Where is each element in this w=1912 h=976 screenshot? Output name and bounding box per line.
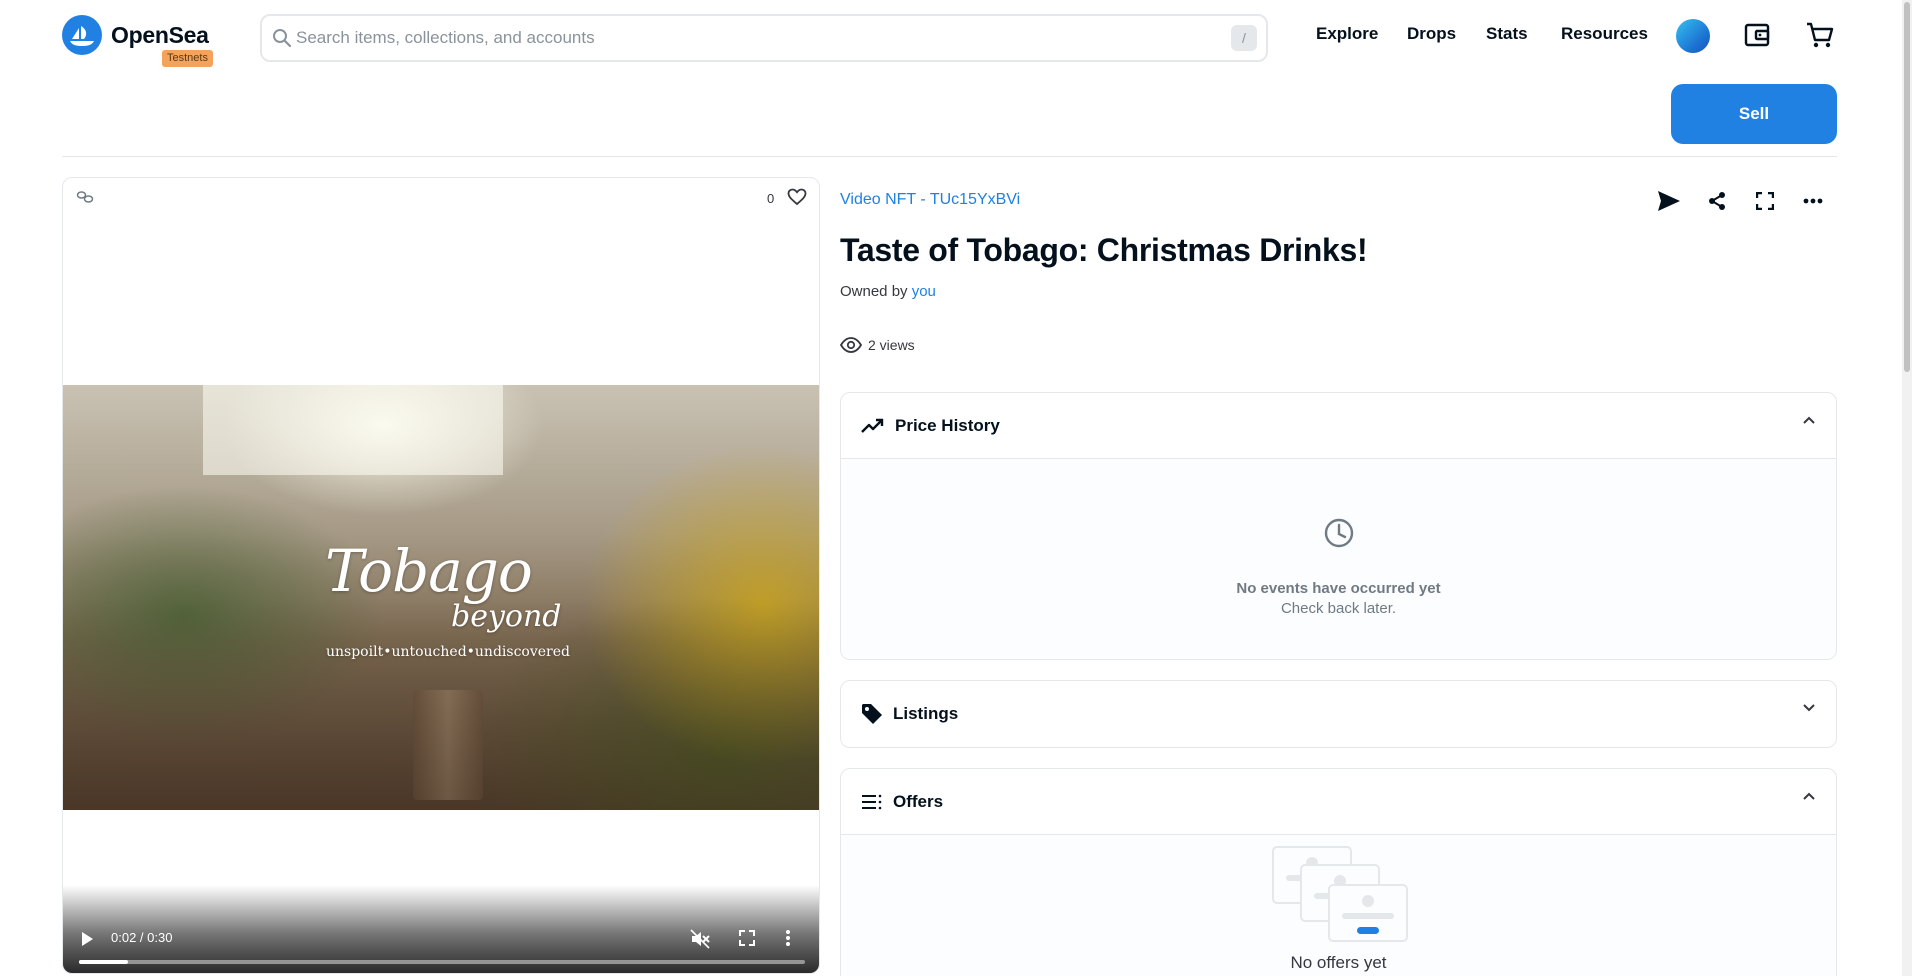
search-icon	[273, 29, 292, 48]
list-icon	[862, 794, 882, 809]
offers-label: Offers	[893, 791, 944, 811]
sell-button[interactable]: Sell	[1671, 84, 1837, 144]
price-history-body: No events have occurred yet Check back l…	[841, 459, 1836, 659]
nav-explore[interactable]: Explore	[1316, 24, 1378, 44]
offers-empty-title: No offers yet	[1290, 953, 1387, 972]
video-tagline: unspoilt•untouched•undiscovered	[326, 644, 570, 660]
video-progress-bar[interactable]	[79, 960, 805, 964]
tag-icon	[862, 704, 882, 724]
price-history-empty-title: No events have occurred yet	[1236, 580, 1441, 597]
video-time: 0:02 / 0:30	[111, 930, 173, 945]
owned-by-prefix: Owned by	[840, 283, 908, 300]
chevron-up-icon[interactable]	[1802, 791, 1816, 801]
price-history-label: Price History	[895, 415, 1000, 435]
video-subtitle-text: beyond	[451, 599, 562, 634]
listings-panel: Listings	[840, 680, 1837, 748]
clock-icon	[1324, 518, 1354, 548]
fullscreen-icon[interactable]	[1752, 188, 1778, 214]
eye-icon	[840, 337, 862, 353]
search-bar[interactable]: /	[260, 14, 1268, 62]
favorite-count: 0	[767, 191, 775, 206]
price-history-header[interactable]: Price History	[841, 393, 1836, 459]
top-header: OpenSea Testnets / Explore Drops Stats R…	[0, 0, 1902, 76]
owner-link[interactable]: you	[912, 283, 936, 300]
chevron-down-icon[interactable]	[1802, 703, 1816, 713]
listings-label: Listings	[893, 704, 959, 723]
video-progress-fill	[79, 960, 128, 964]
heart-icon[interactable]	[787, 188, 807, 206]
brand-name[interactable]: OpenSea	[111, 22, 209, 49]
video-player[interactable]: Tobago beyond unspoilt•untouched•undisco…	[63, 385, 819, 810]
testnets-badge: Testnets	[162, 50, 213, 67]
nav-resources[interactable]: Resources	[1561, 24, 1648, 44]
video-fullscreen-icon[interactable]	[739, 930, 755, 946]
nav-stats[interactable]: Stats	[1486, 24, 1528, 44]
views-text: 2 views	[868, 337, 915, 353]
more-icon[interactable]	[1800, 188, 1826, 214]
media-panel: 0 Tobago beyond unspoilt•untouched•undis…	[62, 177, 820, 974]
video-controls: 0:02 / 0:30	[63, 885, 819, 973]
view-count: 2 views	[840, 337, 915, 353]
cart-icon[interactable]	[1805, 20, 1835, 50]
scrollbar-thumb[interactable]	[1904, 2, 1910, 372]
trend-icon	[861, 418, 884, 433]
offers-header[interactable]: Offers	[841, 769, 1836, 835]
price-history-panel: Price History No events have occurred ye…	[840, 392, 1837, 660]
opensea-logo-icon[interactable]	[62, 15, 102, 55]
listings-header[interactable]: Listings	[841, 681, 1836, 747]
item-title: Taste of Tobago: Christmas Drinks!	[840, 232, 1368, 268]
video-menu-icon[interactable]	[785, 929, 791, 947]
transfer-icon[interactable]	[1656, 188, 1682, 214]
search-input[interactable]	[296, 24, 1216, 52]
nav-drops[interactable]: Drops	[1407, 24, 1456, 44]
video-title-text: Tobago	[325, 537, 533, 605]
share-icon[interactable]	[1704, 188, 1730, 214]
chain-icon[interactable]	[76, 190, 94, 204]
page-scrollbar[interactable]	[1902, 0, 1912, 976]
empty-offers-illustration	[1272, 846, 1408, 942]
chevron-up-icon[interactable]	[1802, 415, 1816, 425]
wallet-icon[interactable]	[1742, 20, 1772, 50]
owned-by: Owned by you	[840, 283, 936, 300]
header-divider	[62, 156, 1837, 157]
mute-icon[interactable]	[690, 929, 710, 949]
search-shortcut-key: /	[1231, 25, 1257, 51]
offers-body: No offers yet	[841, 835, 1836, 976]
offers-panel: Offers No offers yet	[840, 768, 1837, 976]
collection-link[interactable]: Video NFT - TUc15YxBVi	[840, 191, 1020, 209]
profile-avatar[interactable]	[1676, 19, 1710, 53]
price-history-empty-sub: Check back later.	[1280, 600, 1397, 617]
play-icon[interactable]	[80, 931, 94, 947]
